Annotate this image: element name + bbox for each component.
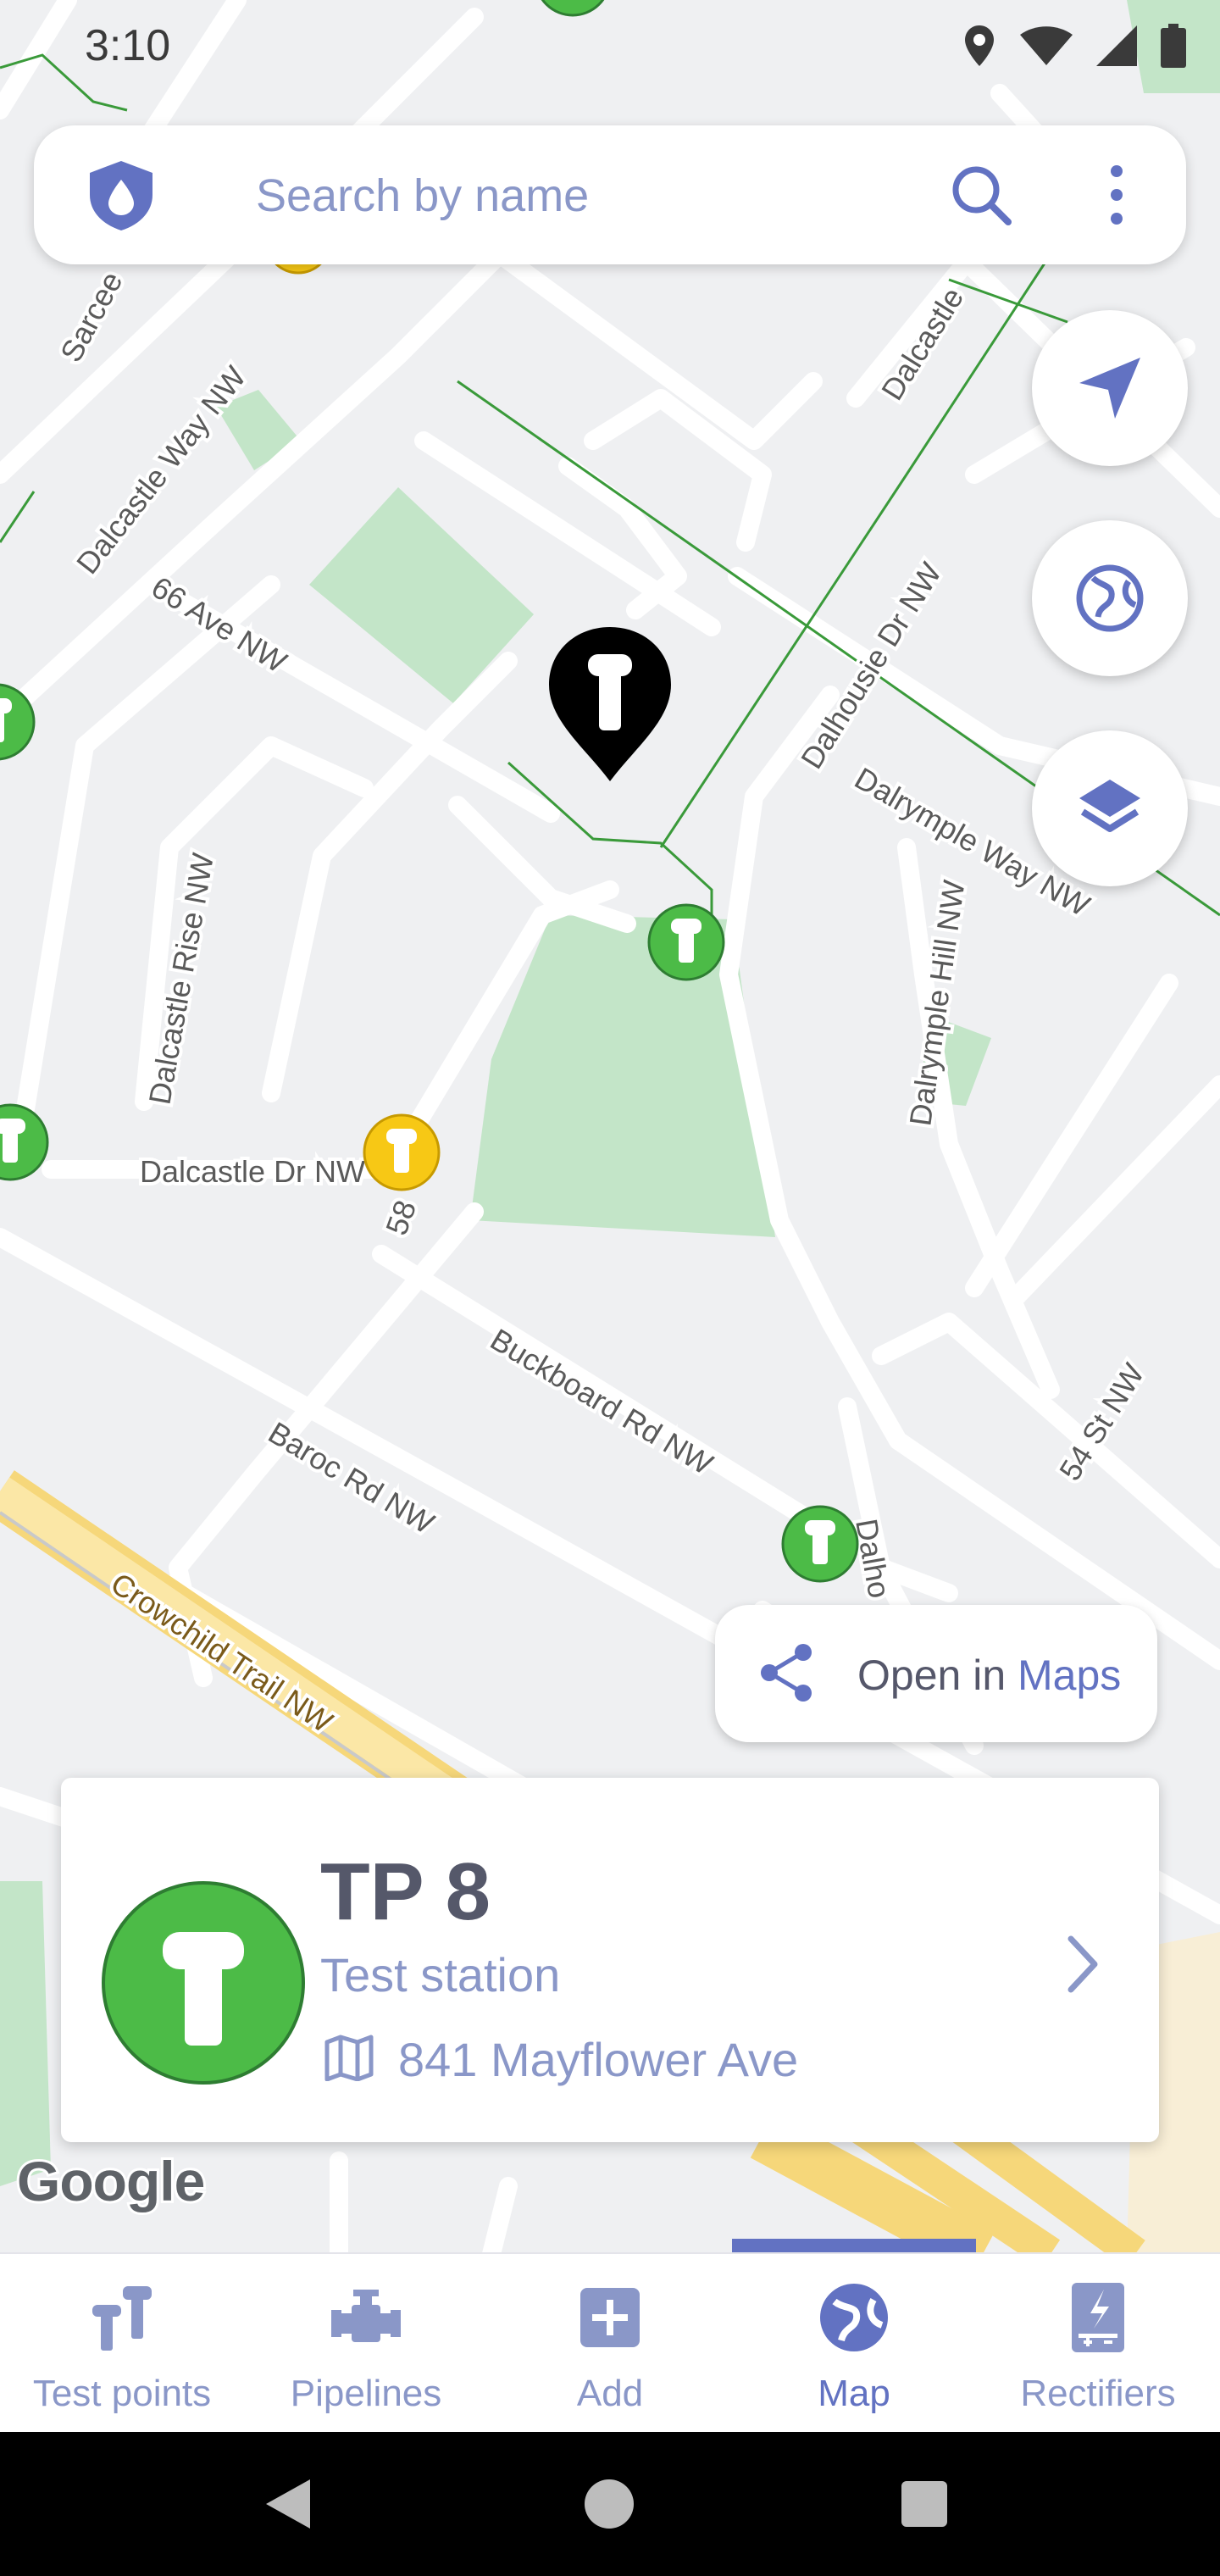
nav-map[interactable]: Map <box>732 2254 976 2432</box>
search-input[interactable]: Search by name <box>256 169 589 222</box>
back-icon[interactable] <box>263 2476 313 2532</box>
globe-icon <box>820 2284 888 2351</box>
pipeline-icon <box>331 2290 401 2342</box>
chevron-right-icon[interactable] <box>1057 1930 1108 1998</box>
card-title: TP 8 <box>320 1846 491 1937</box>
test-point-card[interactable]: TP 8 Test station 841 Mayflower Ave <box>61 1778 1159 2142</box>
search-bar[interactable]: Search by name <box>34 125 1186 264</box>
my-location-button[interactable] <box>1032 310 1188 466</box>
search-icon[interactable] <box>947 161 1015 229</box>
nav-label: Add <box>576 2373 644 2414</box>
nav-label: Test points <box>32 2373 212 2414</box>
open-in-maps-label: Open in Maps <box>857 1651 1121 1700</box>
nav-label: Pipelines <box>290 2373 442 2414</box>
wifi-icon <box>1020 26 1073 65</box>
card-subtitle: Test station <box>320 1948 561 2001</box>
navigation-arrow-icon <box>1079 358 1140 419</box>
layers-button[interactable] <box>1032 730 1188 886</box>
add-icon <box>580 2288 640 2347</box>
system-navigation-bar <box>0 2432 1220 2576</box>
recents-icon[interactable] <box>901 2481 947 2527</box>
map-marker-test-point[interactable] <box>781 1505 859 1583</box>
status-icons <box>962 24 1186 68</box>
map-icon <box>324 2035 374 2081</box>
card-address: 841 Mayflower Ave <box>398 2033 799 2086</box>
nav-add[interactable]: Add <box>488 2254 732 2432</box>
map-type-button[interactable] <box>1032 520 1188 676</box>
share-icon <box>761 1644 812 1702</box>
nav-label: Map <box>818 2373 890 2414</box>
map-marker-test-point-warning[interactable] <box>363 1113 441 1191</box>
google-logo: Google <box>14 2147 208 2215</box>
open-in-label: Open in <box>857 1652 1006 1699</box>
shield-droplet-icon <box>90 161 152 230</box>
test-point-badge-icon <box>102 1881 305 2085</box>
status-bar: 3:10 <box>0 0 1220 93</box>
home-icon[interactable] <box>585 2479 634 2529</box>
nav-label: Rectifiers <box>1020 2373 1176 2414</box>
bottom-navigation: Test points Pipelines Add Map Rectifiers <box>0 2252 1220 2432</box>
signal-icon <box>1096 25 1137 66</box>
open-in-maps-button[interactable]: Open in Maps <box>715 1605 1157 1742</box>
location-icon <box>965 25 994 66</box>
layers-icon <box>1079 780 1140 832</box>
nav-rectifiers[interactable]: Rectifiers <box>976 2254 1220 2432</box>
nav-pipelines[interactable]: Pipelines <box>244 2254 488 2432</box>
street-label: Dalcastle Dr NW <box>140 1154 365 1189</box>
park <box>0 1881 51 2186</box>
test-points-icon <box>92 2286 152 2351</box>
battery-icon <box>1161 24 1186 68</box>
globe-icon <box>1076 564 1144 632</box>
active-tab-indicator <box>732 2239 976 2252</box>
rectifier-icon <box>1072 2283 1124 2352</box>
maps-label: Maps <box>1018 1652 1122 1699</box>
nav-test-points[interactable]: Test points <box>0 2254 244 2432</box>
more-vertical-icon[interactable] <box>1091 159 1142 230</box>
status-time: 3:10 <box>85 21 171 70</box>
map-marker-test-point[interactable] <box>647 903 725 981</box>
